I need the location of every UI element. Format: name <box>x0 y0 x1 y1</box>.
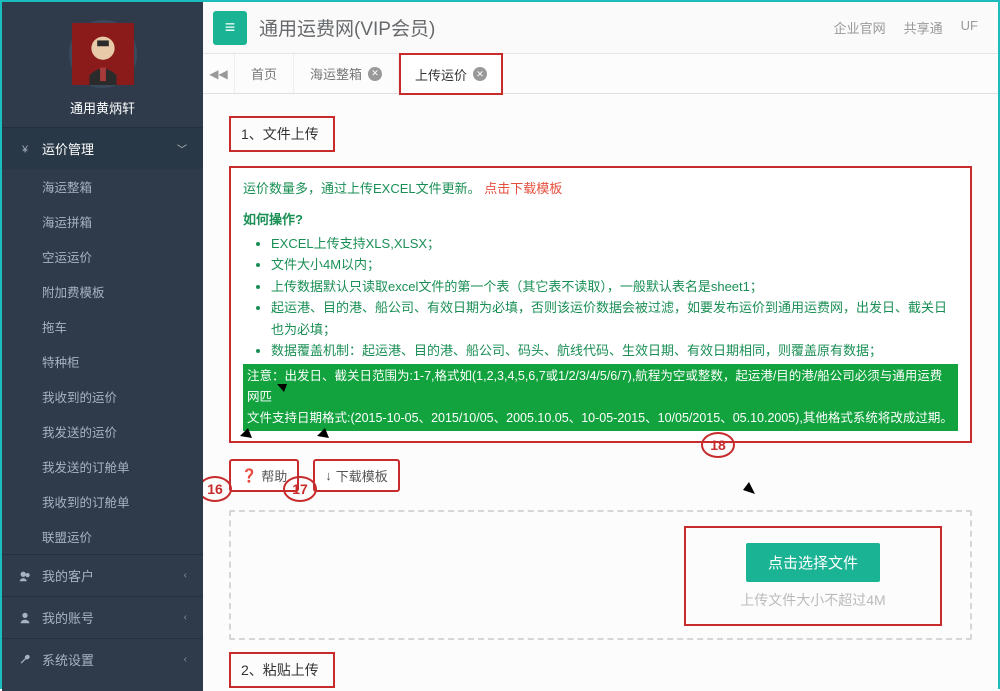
tabs-row: ◀◀ 首页 海运整箱 ✕ 上传运价 ✕ <box>203 54 998 94</box>
nav-item[interactable]: 海运整箱 <box>2 169 203 204</box>
chevron-left-icon: ‹ <box>184 570 187 581</box>
intro-text: 运价数量多，通过上传EXCEL文件更新。 <box>243 181 481 196</box>
howto-item: 文件大小4M以内； <box>271 254 958 275</box>
annotation-16: 16 <box>203 476 232 502</box>
section-2-title: 2、粘贴上传 <box>229 652 335 688</box>
topbar-link[interactable]: UF <box>961 18 978 37</box>
close-icon[interactable]: ✕ <box>368 67 382 81</box>
sidebar: 通用黄炳轩 ¥ 运价管理 ﹀ 海运整箱 海运拼箱 空运运价 附加费模板 拖车 特… <box>2 2 203 691</box>
howto-item: EXCEL上传支持XLS,XLSX； <box>271 233 958 254</box>
download-template-button[interactable]: ↓ 下载模板 <box>313 459 400 492</box>
user-icon <box>18 611 32 625</box>
tab-label: 海运整箱 <box>310 64 362 83</box>
wrench-icon <box>18 653 32 667</box>
svg-text:¥: ¥ <box>21 143 28 155</box>
avatar[interactable] <box>69 20 137 88</box>
tab-upload-price[interactable]: 上传运价 ✕ <box>399 53 503 95</box>
chevron-left-icon: ‹ <box>184 612 187 623</box>
topbar-link[interactable]: 企业官网 <box>834 18 886 37</box>
nav-item[interactable]: 我发送的运价 <box>2 414 203 449</box>
nav-items-price: 海运整箱 海运拼箱 空运运价 附加费模板 拖车 特种柜 我收到的运价 我发送的运… <box>2 169 203 554</box>
file-select-box: 点击选择文件 上传文件大小不超过4M <box>684 526 942 626</box>
profile-block: 通用黄炳轩 <box>2 2 203 127</box>
warning-strip: 注意：出发日、截关日范围为:1-7,格式如(1,2,3,4,5,6,7或1/2/… <box>243 364 958 432</box>
tab-home[interactable]: 首页 <box>235 54 294 93</box>
download-icon: ↓ <box>325 468 332 483</box>
nav-item[interactable]: 海运拼箱 <box>2 204 203 239</box>
tab-fcl[interactable]: 海运整箱 ✕ <box>294 54 399 93</box>
chevron-left-icon: ‹ <box>184 654 187 665</box>
menu-toggle-button[interactable]: ≡ <box>213 11 247 45</box>
instruction-panel: 运价数量多，通过上传EXCEL文件更新。 点击下载模板 如何操作? EXCEL上… <box>229 166 972 443</box>
nav-group-label: 我的客户 <box>42 566 94 585</box>
nav-group-header-customer[interactable]: 我的客户 ‹ <box>2 555 203 596</box>
btn-label: 下载模板 <box>336 466 388 485</box>
nav-item[interactable]: 空运运价 <box>2 239 203 274</box>
topbar-links: 企业官网 共享通 UF <box>834 18 978 37</box>
close-icon[interactable]: ✕ <box>473 67 487 81</box>
howto-item: 数据覆盖机制：起运港、目的港、船公司、码头、航线代码、生效日期、有效日期相同，则… <box>271 340 958 361</box>
tab-label: 上传运价 <box>415 65 467 84</box>
nav-group-settings: 系统设置 ‹ <box>2 638 203 680</box>
topbar: ≡ 通用运费网(VIP会员) 企业官网 共享通 UF <box>203 2 998 54</box>
tabs-scroll-left[interactable]: ◀◀ <box>203 54 235 93</box>
tab-label: 首页 <box>251 64 277 83</box>
btn-label: 帮助 <box>261 466 287 485</box>
howto-title: 如何操作? <box>243 209 958 230</box>
file-dropzone[interactable]: 点击选择文件 上传文件大小不超过4M <box>229 510 972 640</box>
nav-group-account: 我的账号 ‹ <box>2 596 203 638</box>
topbar-link[interactable]: 共享通 <box>904 18 943 37</box>
helper-button-row: ❓ 帮助 ↓ 下载模板 <box>229 459 972 492</box>
nav-group-label: 我的账号 <box>42 608 94 627</box>
howto-list: EXCEL上传支持XLS,XLSX； 文件大小4M以内； 上传数据默认只读取ex… <box>243 233 958 362</box>
choose-file-button[interactable]: 点击选择文件 <box>746 543 880 582</box>
hamburger-icon: ≡ <box>225 17 236 38</box>
nav-item[interactable]: 附加费模板 <box>2 274 203 309</box>
file-size-hint: 上传文件大小不超过4M <box>740 590 885 610</box>
nav-group-header-price[interactable]: ¥ 运价管理 ﹀ <box>2 128 203 169</box>
main-area: ≡ 通用运费网(VIP会员) 企业官网 共享通 UF ◀◀ 首页 海运整箱 ✕ … <box>203 2 998 691</box>
download-template-link[interactable]: 点击下载模板 <box>484 181 562 196</box>
nav-group-label: 系统设置 <box>42 650 94 669</box>
nav-item[interactable]: 我收到的订舱单 <box>2 484 203 519</box>
section-1-title: 1、文件上传 <box>229 116 335 152</box>
howto-item: 起运港、目的港、船公司、有效日期为必填，否则该运价数据会被过滤，如要发布运价到通… <box>271 297 958 340</box>
double-chevron-left-icon: ◀◀ <box>209 67 227 81</box>
users-icon <box>18 569 32 583</box>
nav-group-header-settings[interactable]: 系统设置 ‹ <box>2 639 203 680</box>
nav-item[interactable]: 特种柜 <box>2 344 203 379</box>
content-area: 1、文件上传 运价数量多，通过上传EXCEL文件更新。 点击下载模板 如何操作?… <box>203 94 998 691</box>
help-button[interactable]: ❓ 帮助 <box>229 459 299 492</box>
warning-line-2: 文件支持日期格式:(2015-10-05、2015/10/05、2005.10.… <box>247 408 954 429</box>
nav-item[interactable]: 我发送的订舱单 <box>2 449 203 484</box>
warning-line-1: 注意：出发日、截关日范围为:1-7,格式如(1,2,3,4,5,6,7或1/2/… <box>247 366 954 409</box>
nav-item[interactable]: 联盟运价 <box>2 519 203 554</box>
yen-icon: ¥ <box>18 142 32 156</box>
nav-item[interactable]: 我收到的运价 <box>2 379 203 414</box>
nav-group-header-account[interactable]: 我的账号 ‹ <box>2 597 203 638</box>
username: 通用黄炳轩 <box>2 98 203 117</box>
question-icon: ❓ <box>241 468 257 484</box>
page-title: 通用运费网(VIP会员) <box>259 14 435 41</box>
howto-item: 上传数据默认只读取excel文件的第一个表（其它表不读取），一般默认表名是she… <box>271 276 958 297</box>
nav-group-customer: 我的客户 ‹ <box>2 554 203 596</box>
nav-group-label: 运价管理 <box>42 139 94 158</box>
chevron-down-icon: ﹀ <box>177 141 187 156</box>
nav-item[interactable]: 拖车 <box>2 309 203 344</box>
nav-group-price: ¥ 运价管理 ﹀ 海运整箱 海运拼箱 空运运价 附加费模板 拖车 特种柜 我收到… <box>2 127 203 554</box>
